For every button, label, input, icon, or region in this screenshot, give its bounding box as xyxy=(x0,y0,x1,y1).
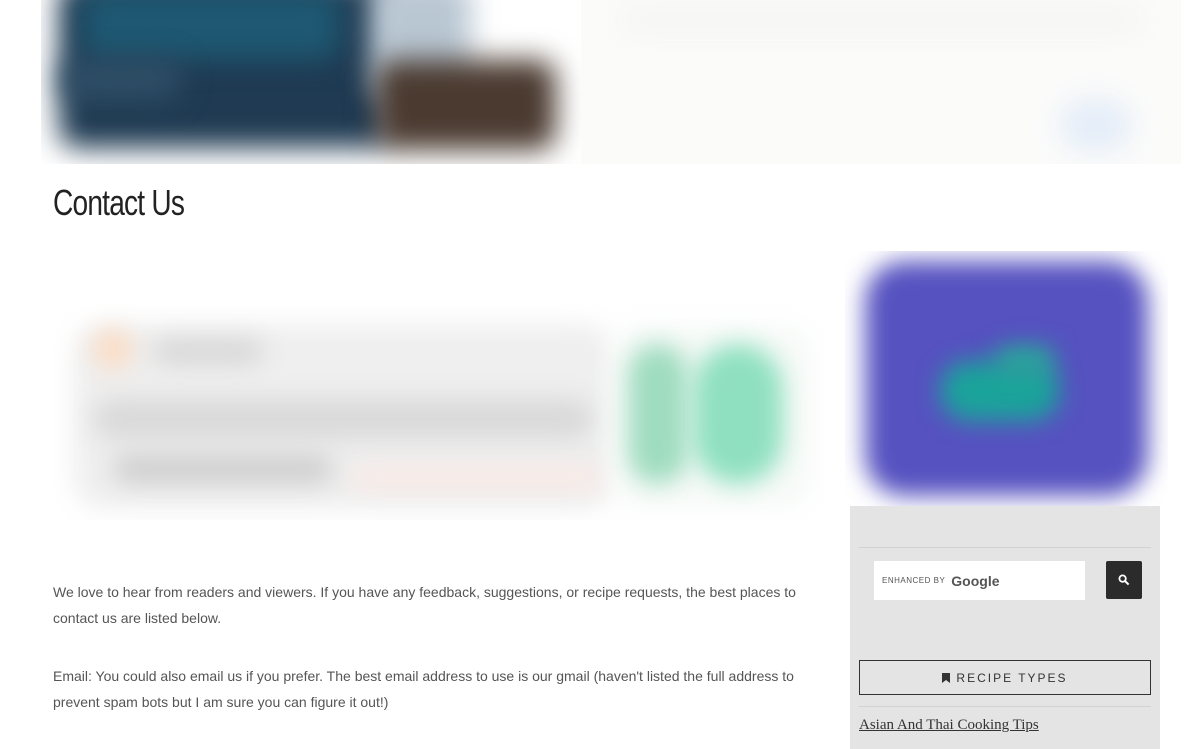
hero-image-right xyxy=(581,0,1181,164)
recipe-type-link[interactable]: Asian And Thai Cooking Tips xyxy=(859,717,1039,734)
email-paragraph: Email: You could also email us if you pr… xyxy=(53,668,794,710)
recipe-types-label: RECIPE TYPES xyxy=(956,670,1068,685)
search-input[interactable]: ENHANCED BY Google xyxy=(874,561,1085,600)
hero-image-left xyxy=(41,0,566,164)
page: Contact Us We love to hear from readers … xyxy=(0,0,1200,749)
hero-banner-image xyxy=(41,0,1200,164)
divider xyxy=(859,706,1151,707)
divider xyxy=(859,547,1151,548)
contact-banner-image xyxy=(53,304,825,520)
search-button[interactable] xyxy=(1106,561,1142,599)
page-title: Contact Us xyxy=(53,182,185,223)
sidebar-ad-image[interactable] xyxy=(845,251,1168,506)
search-enhanced-by-label: ENHANCED BY xyxy=(882,576,946,585)
recipe-types-widget-title: RECIPE TYPES xyxy=(859,660,1151,695)
bookmark-icon xyxy=(942,672,951,683)
intro-paragraph: We love to hear from readers and viewers… xyxy=(53,584,796,626)
search-icon xyxy=(1118,574,1130,586)
google-logo: Google xyxy=(951,572,1000,589)
sidebar: ENHANCED BY Google RECIPE TYPES Asian An… xyxy=(850,506,1160,749)
